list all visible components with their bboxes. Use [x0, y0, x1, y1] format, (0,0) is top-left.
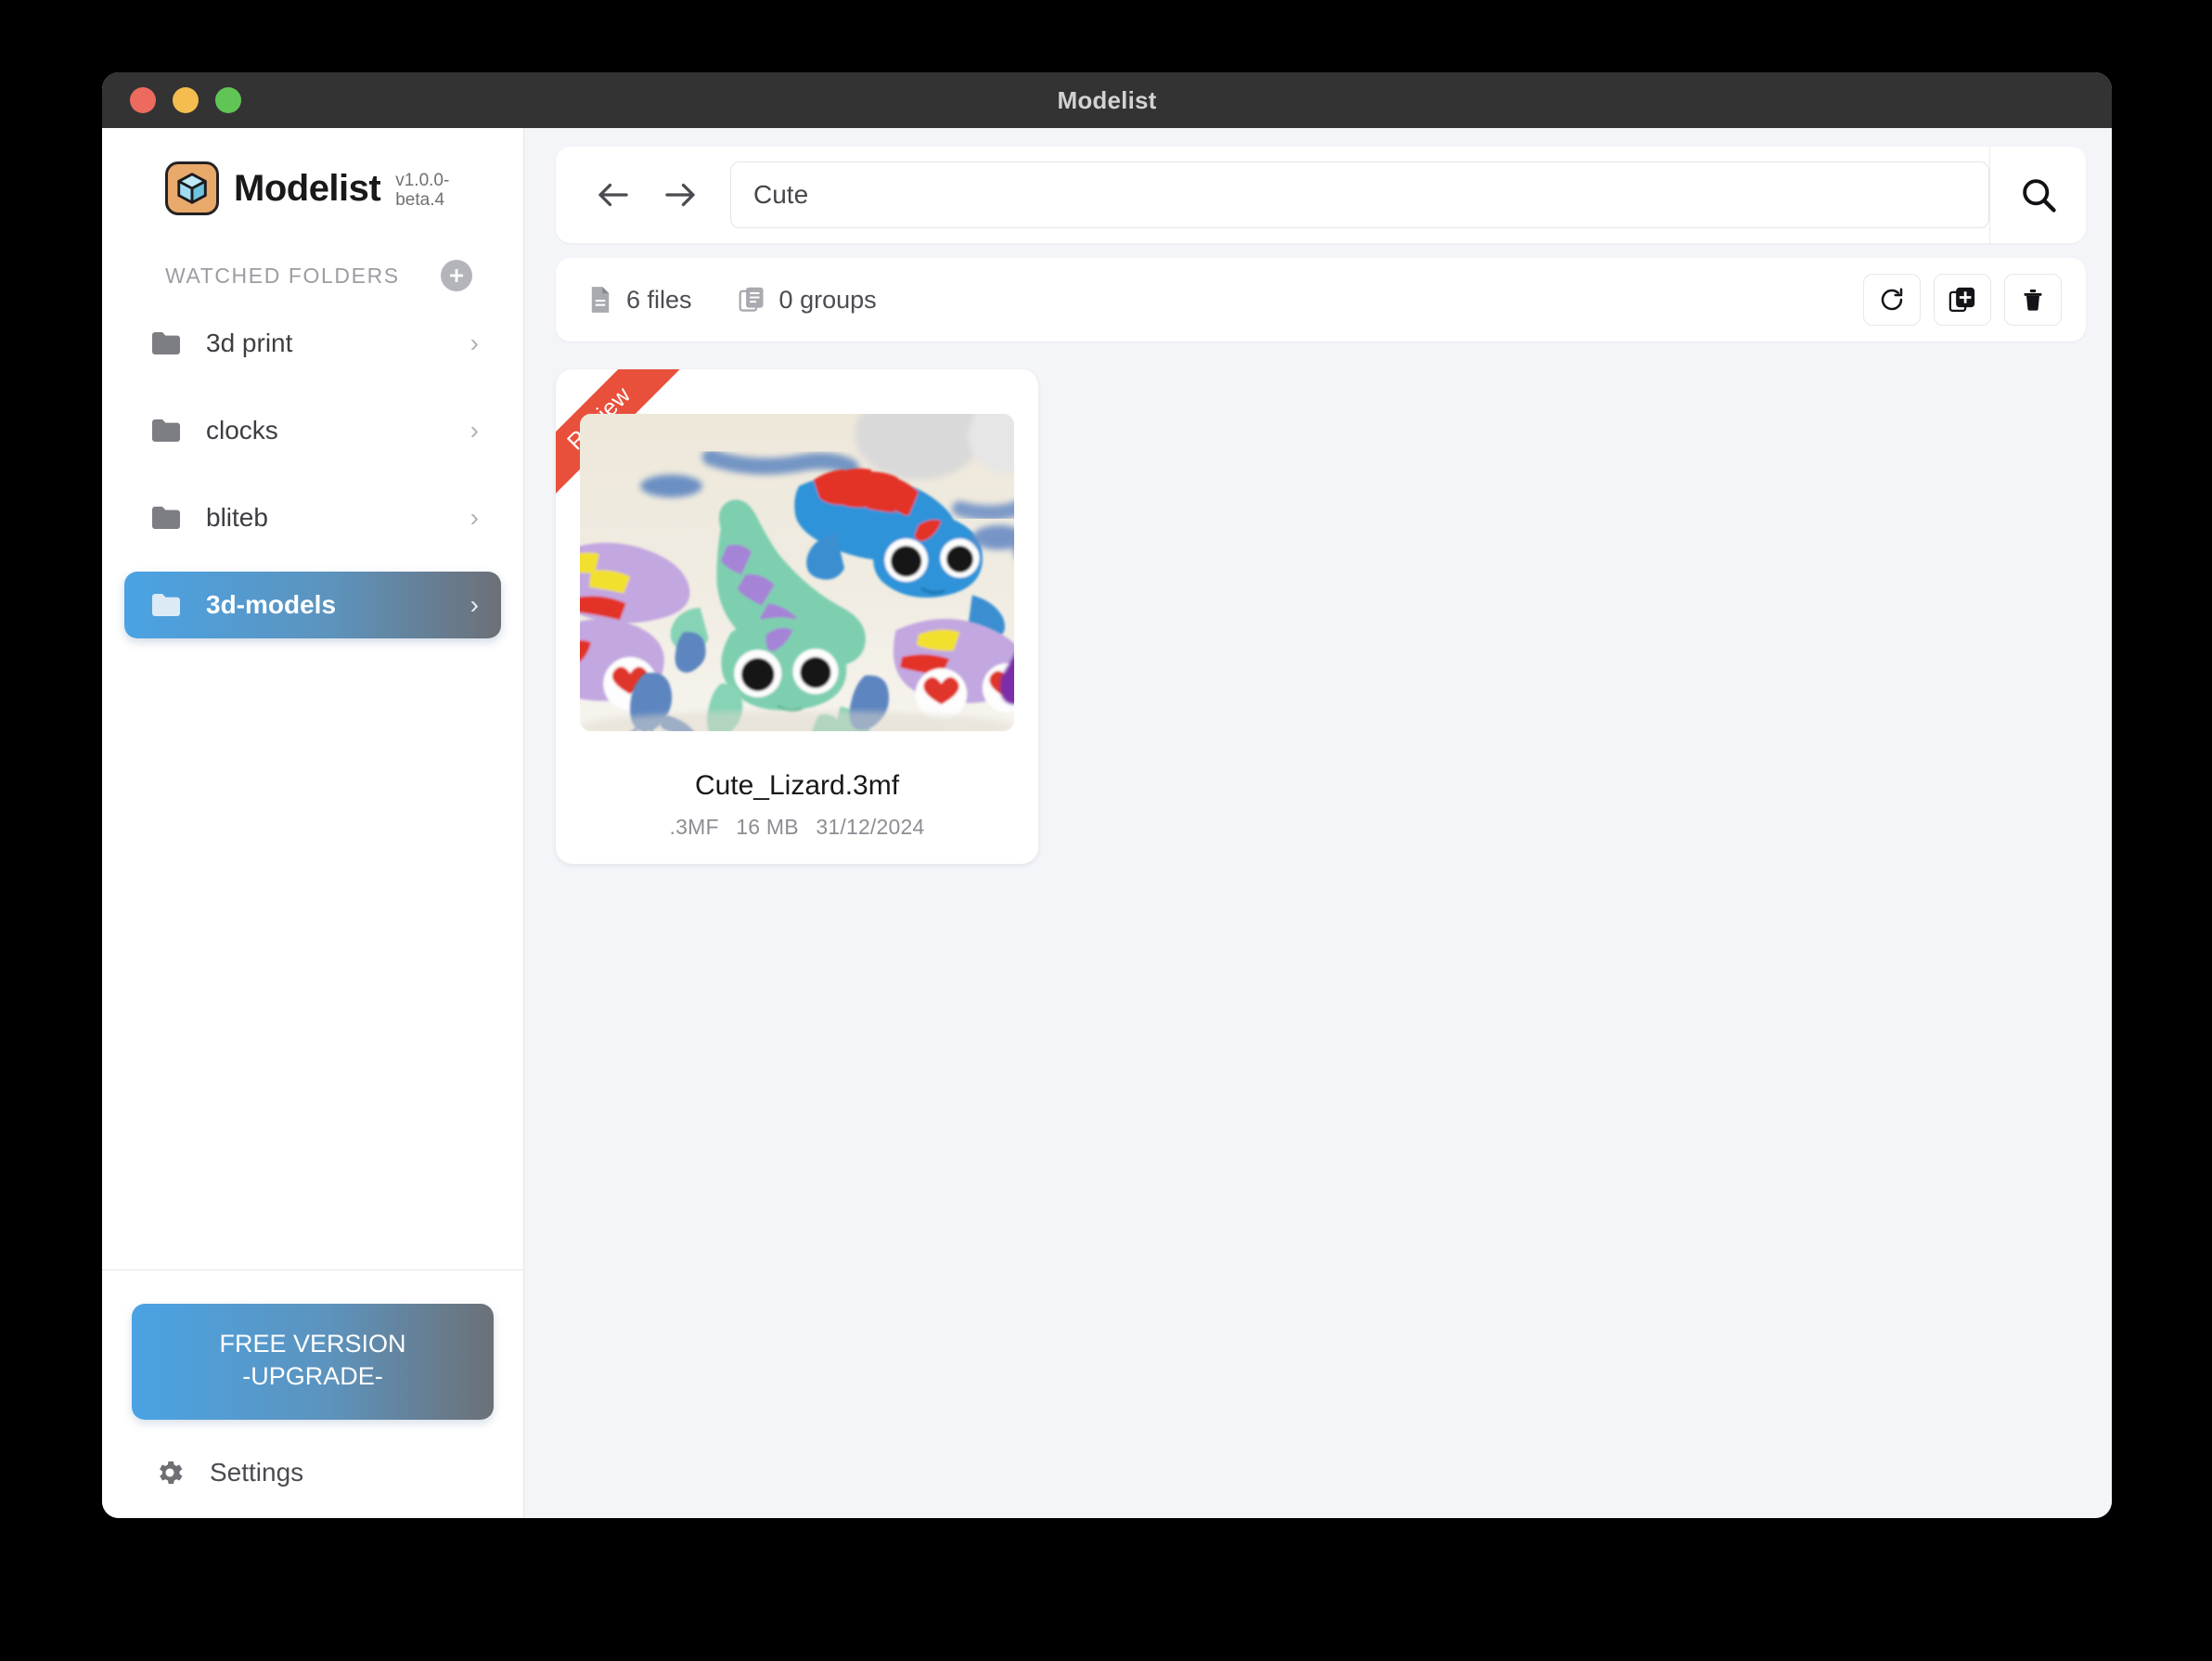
- sidebar-item-label: 3d print: [206, 328, 293, 357]
- chevron-right-icon: ›: [469, 503, 479, 532]
- file-meta: .3MF 16 MB 31/12/2024: [556, 815, 1038, 840]
- sidebar-item-clocks[interactable]: clocks ›: [124, 397, 501, 464]
- minimize-button[interactable]: [173, 87, 199, 113]
- trash-icon: [2024, 290, 2042, 311]
- cube-icon: [165, 161, 219, 215]
- sidebar: Modelist v1.0.0-beta.4 WATCHED FOLDERS 3…: [102, 128, 524, 1518]
- window-body: Modelist v1.0.0-beta.4 WATCHED FOLDERS 3…: [102, 128, 2112, 1518]
- groups-count: 0 groups: [739, 286, 877, 315]
- refresh-button[interactable]: [1863, 274, 1921, 326]
- settings-item[interactable]: Settings: [132, 1420, 494, 1494]
- file-thumbnail: [580, 414, 1014, 731]
- version-label: v1.0.0-beta.4: [395, 170, 450, 210]
- search-submit-button[interactable]: [1989, 147, 2086, 243]
- settings-label: Settings: [210, 1458, 304, 1487]
- upgrade-button[interactable]: FREE VERSION -UPGRADE-: [132, 1303, 494, 1420]
- file-card[interactable]: Review: [556, 369, 1038, 864]
- copy-stack-icon: [739, 287, 764, 312]
- close-button[interactable]: [130, 87, 156, 113]
- sidebar-item-3d-print[interactable]: 3d print ›: [124, 310, 501, 377]
- sidebar-item-label: 3d-models: [206, 590, 337, 619]
- file-size: 16 MB: [736, 815, 799, 839]
- file-grid: Review: [556, 369, 2086, 864]
- chevron-right-icon: ›: [469, 416, 479, 444]
- window-title: Modelist: [1057, 85, 1157, 114]
- upgrade-line-1: FREE VERSION: [219, 1329, 406, 1358]
- refresh-icon: [1881, 288, 1903, 311]
- arrow-left-icon: [598, 183, 628, 207]
- arrow-right-icon: [665, 183, 695, 207]
- file-date: 31/12/2024: [816, 815, 925, 839]
- plus-circle-icon[interactable]: [441, 260, 472, 291]
- delete-button[interactable]: [2004, 274, 2062, 326]
- traffic-lights: [102, 87, 241, 113]
- main-content: 6 files 0 groups: [524, 128, 2112, 1518]
- add-group-button[interactable]: [1934, 274, 1991, 326]
- section-title: WATCHED FOLDERS: [165, 263, 400, 288]
- back-button[interactable]: [580, 161, 647, 228]
- groups-count-label: 0 groups: [778, 285, 877, 314]
- chevron-right-icon: ›: [469, 590, 479, 619]
- app-window: Modelist Modelist v1.0.0-beta.4 WATCHED …: [102, 72, 2112, 1518]
- folder-icon: [152, 332, 180, 354]
- search-bar: [556, 147, 2086, 243]
- folder-list: 3d print › clocks › bliteb › 3d-models ›: [102, 304, 523, 659]
- sidebar-item-bliteb[interactable]: bliteb ›: [124, 484, 501, 551]
- folder-icon: [152, 507, 180, 529]
- folder-icon: [152, 594, 180, 616]
- watched-folders-header: WATCHED FOLDERS: [102, 243, 523, 304]
- sidebar-item-label: bliteb: [206, 503, 268, 532]
- files-count: 6 files: [587, 286, 692, 315]
- search-input[interactable]: [730, 161, 1989, 228]
- sidebar-item-3d-models[interactable]: 3d-models ›: [124, 572, 501, 638]
- sidebar-footer: FREE VERSION -UPGRADE- Settings: [102, 1268, 523, 1518]
- title-bar: Modelist: [102, 72, 2112, 128]
- search-icon: [2022, 179, 2056, 212]
- sidebar-item-label: clocks: [206, 416, 278, 444]
- forward-button[interactable]: [647, 161, 714, 228]
- folder-icon: [152, 419, 180, 442]
- files-count-label: 6 files: [626, 285, 692, 314]
- file-icon: [591, 287, 610, 313]
- chevron-right-icon: ›: [469, 328, 479, 357]
- zoom-button[interactable]: [215, 87, 241, 113]
- brand-name: Modelist: [234, 167, 381, 209]
- gear-icon: [160, 1461, 183, 1485]
- add-square-icon: [1948, 287, 1975, 312]
- file-format: .3MF: [669, 815, 719, 839]
- stats-bar: 6 files 0 groups: [556, 258, 2086, 341]
- file-name: Cute_Lizard.3mf: [694, 770, 900, 801]
- upgrade-line-2: -UPGRADE-: [242, 1362, 383, 1391]
- brand: Modelist v1.0.0-beta.4: [102, 128, 523, 243]
